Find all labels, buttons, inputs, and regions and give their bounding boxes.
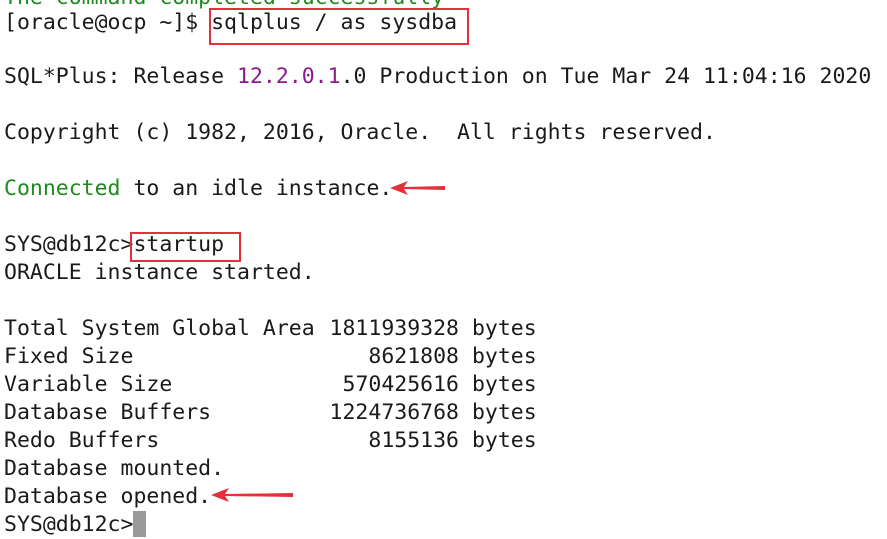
sql-prompt: SYS@db12c> xyxy=(4,232,134,257)
final-prompt-line[interactable]: SYS@db12c> xyxy=(4,511,147,539)
sga-row: Fixed Size 8621808 bytes xyxy=(4,343,537,371)
highlight-box-startup-command xyxy=(130,232,241,262)
sga-value: 8621808 xyxy=(368,344,459,369)
highlight-box-sqlplus-command xyxy=(209,8,469,45)
sga-label: Variable Size xyxy=(4,372,173,397)
banner-suffix: .0 Production on Tue Mar 24 11:04:16 202… xyxy=(340,64,872,89)
sga-unit: bytes xyxy=(471,428,537,453)
text-cursor xyxy=(133,511,147,537)
terminal-window[interactable]: The command completed successfully [orac… xyxy=(0,0,887,539)
banner-prefix: SQL*Plus: Release xyxy=(4,64,237,89)
shell-prompt: [oracle@ocp ~]$ xyxy=(4,10,212,35)
connected-word: Connected xyxy=(4,176,121,201)
sga-value: 570425616 xyxy=(342,372,460,397)
copyright-line: Copyright (c) 1982, 2016, Oracle. All ri… xyxy=(4,120,716,145)
connected-line: Connected to an idle instance. xyxy=(4,175,392,203)
banner-version: 12.2.0.1 xyxy=(237,64,341,89)
arrow-opened-icon xyxy=(211,488,293,502)
sga-value: 1811939328 xyxy=(329,316,459,341)
sga-value: 1224736768 xyxy=(329,400,459,425)
sga-unit: bytes xyxy=(471,344,537,369)
sga-label: Database Buffers xyxy=(4,400,212,425)
sga-value: 8155136 xyxy=(368,428,459,453)
sga-label: Fixed Size xyxy=(4,344,134,369)
sga-row: Variable Size 570425616 bytes xyxy=(4,371,537,399)
sga-label: Total System Global Area xyxy=(4,316,315,341)
sga-row: Redo Buffers 8155136 bytes xyxy=(4,427,537,455)
sga-unit: bytes xyxy=(471,372,537,397)
database-mounted-line: Database mounted. xyxy=(4,456,225,481)
database-opened-line: Database opened. xyxy=(4,484,212,509)
arrow-connected-icon xyxy=(390,181,445,195)
sga-row: Database Buffers 1224736768 bytes xyxy=(4,399,537,427)
instance-started-line: ORACLE instance started. xyxy=(4,260,315,285)
final-sql-prompt: SYS@db12c> xyxy=(4,512,134,537)
sga-label: Redo Buffers xyxy=(4,428,160,453)
sga-row: Total System Global Area 1811939328 bytes xyxy=(4,315,537,343)
connected-rest: to an idle instance. xyxy=(120,176,393,201)
sga-unit: bytes xyxy=(471,316,537,341)
sga-unit: bytes xyxy=(471,400,537,425)
sqlplus-banner: SQL*Plus: Release 12.2.0.1.0 Production … xyxy=(4,63,871,91)
